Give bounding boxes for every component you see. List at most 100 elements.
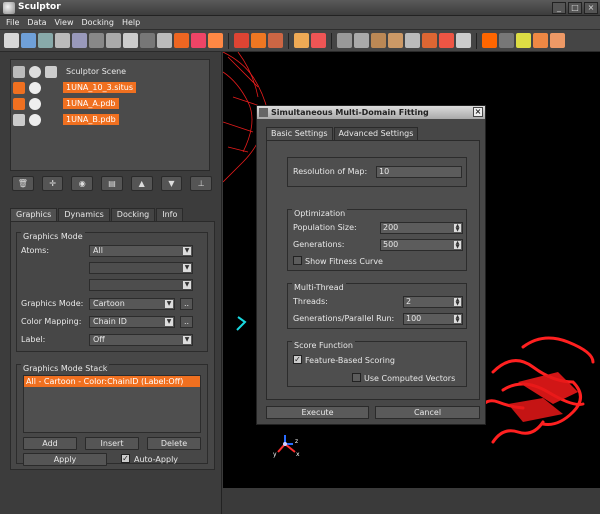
auto-apply-checkbox[interactable]: ✓ <box>121 454 130 463</box>
scene-root[interactable]: Sculptor Scene <box>11 64 129 79</box>
target-icon[interactable] <box>234 33 249 48</box>
compare-icon[interactable] <box>388 33 403 48</box>
menu-view[interactable]: View <box>55 16 74 29</box>
stop-icon[interactable] <box>499 33 514 48</box>
graphics-mode-options-button[interactable]: .. <box>180 298 193 310</box>
tools-icon[interactable] <box>371 33 386 48</box>
check-icon[interactable] <box>337 33 352 48</box>
move-icon[interactable] <box>45 65 57 78</box>
move-icon[interactable]: ✛ <box>41 176 64 191</box>
dock-icon[interactable] <box>294 33 309 48</box>
group-title: Score Function <box>292 341 355 350</box>
open-folder-icon[interactable] <box>21 33 36 48</box>
document-icon[interactable]: ▤ <box>101 176 123 191</box>
color-mapping-select[interactable]: Chain ID ▼ <box>89 316 175 328</box>
menu-docking[interactable]: Docking <box>81 16 113 29</box>
eye-icon[interactable] <box>29 113 41 126</box>
ring-icon[interactable] <box>268 33 283 48</box>
execute-button[interactable]: Execute <box>266 406 369 419</box>
tab-graphics[interactable]: Graphics <box>10 208 58 221</box>
maximize-icon[interactable]: □ <box>568 2 582 14</box>
graphics-mode-select[interactable]: Cartoon ▼ <box>89 298 175 310</box>
down-icon[interactable]: ▼ <box>160 176 183 191</box>
grid-icon[interactable] <box>174 33 189 48</box>
dialog-title-bar[interactable]: Simultaneous Multi-Domain Fitting × <box>257 106 485 119</box>
insert-button[interactable]: Insert <box>85 437 139 450</box>
star-icon[interactable] <box>516 33 531 48</box>
overlay-icon[interactable] <box>422 33 437 48</box>
delete-icon[interactable]: 🗑 <box>12 176 34 191</box>
heart-icon[interactable] <box>439 33 454 48</box>
feature-scoring-checkbox[interactable]: ✓ <box>293 355 302 364</box>
save-icon[interactable] <box>38 33 53 48</box>
up-icon[interactable]: ▲ <box>130 176 153 191</box>
resolution-input[interactable]: 10 <box>376 166 462 178</box>
minimize-icon[interactable]: _ <box>552 2 566 14</box>
tab-docking[interactable]: Docking <box>110 208 156 221</box>
chevron-icon[interactable] <box>354 33 369 48</box>
spinner-icon[interactable]: ▲ ▼ <box>454 224 461 233</box>
label-label: Label: <box>21 335 46 344</box>
delete-button[interactable]: Delete <box>147 437 201 450</box>
label-select[interactable]: Off ▼ <box>89 334 193 346</box>
spinner-icon[interactable]: ▲ ▼ <box>454 241 461 250</box>
graphics-panel: Graphics Mode Atoms: All ▼ ▼ ▼ Graphics M… <box>10 221 215 470</box>
shapes-icon[interactable] <box>157 33 172 48</box>
square-icon[interactable] <box>482 33 497 48</box>
close-icon[interactable]: × <box>473 107 483 117</box>
menu-data[interactable]: Data <box>27 16 46 29</box>
scene-item-label: 1UNA_10_3.situs <box>63 82 136 93</box>
cancel-button[interactable]: Cancel <box>375 406 480 419</box>
fitness-curve-checkbox[interactable] <box>293 256 302 265</box>
menu-help[interactable]: Help <box>122 16 140 29</box>
computed-vectors-checkbox[interactable] <box>352 373 361 382</box>
help-icon[interactable] <box>550 33 565 48</box>
window-icon[interactable] <box>89 33 104 48</box>
tab-basic-settings[interactable]: Basic Settings <box>266 127 333 140</box>
spinner-icon[interactable]: ▲ ▼ <box>454 315 461 324</box>
stack-item[interactable]: All - Cartoon - Color:ChainID (Label:Off… <box>24 376 200 387</box>
new-document-icon[interactable] <box>4 33 19 48</box>
apply-button[interactable]: Apply <box>23 453 107 466</box>
menu-file[interactable]: File <box>6 16 19 29</box>
stack-list[interactable]: All - Cartoon - Color:ChainID (Label:Off… <box>23 375 201 433</box>
spinner-icon[interactable]: ▲ ▼ <box>454 298 461 307</box>
scene-item[interactable]: 1UNA_10_3.situs <box>11 80 136 95</box>
tab-info[interactable]: Info <box>156 208 184 221</box>
atoms-select[interactable]: All ▼ <box>89 245 193 257</box>
tab-dynamics[interactable]: Dynamics <box>58 208 110 221</box>
molecule-icon[interactable] <box>191 33 206 48</box>
scene-item[interactable]: 1UNA_B.pdb <box>11 112 119 127</box>
threads-input[interactable]: 2 ▲ ▼ <box>403 296 463 308</box>
resolution-group: Resolution of Map: 10 <box>287 157 467 187</box>
app-icon <box>3 2 15 14</box>
eye-icon[interactable] <box>29 65 41 78</box>
eye-icon[interactable] <box>29 97 41 110</box>
tab-advanced-settings[interactable]: Advanced Settings <box>333 127 419 140</box>
search-icon[interactable] <box>55 33 70 48</box>
scene-item[interactable]: 1UNA_A.pdb <box>11 96 119 111</box>
crosshair-icon[interactable] <box>251 33 266 48</box>
close-icon[interactable]: × <box>584 2 598 14</box>
generations-input[interactable]: 500 ▲ ▼ <box>380 239 463 251</box>
ball-icon[interactable] <box>311 33 326 48</box>
gen-parallel-input[interactable]: 100 ▲ ▼ <box>403 313 463 325</box>
atoms-icon[interactable] <box>208 33 223 48</box>
chevron-down-icon: ▼ <box>165 300 173 308</box>
generations-label: Generations: <box>293 240 345 249</box>
bottom-icon[interactable]: ⊥ <box>190 176 213 191</box>
color-mapping-options-button[interactable]: .. <box>180 316 193 328</box>
bars-icon[interactable] <box>456 33 471 48</box>
copy-icon[interactable] <box>106 33 121 48</box>
eye-icon[interactable]: ◉ <box>71 176 94 191</box>
eye-icon[interactable] <box>29 81 41 94</box>
settings-icon[interactable] <box>533 33 548 48</box>
population-input[interactable]: 200 ▲ ▼ <box>380 222 463 234</box>
down-icon[interactable] <box>405 33 420 48</box>
add-button[interactable]: Add <box>23 437 77 450</box>
dialog-tabs: Basic Settings Advanced Settings <box>266 127 419 140</box>
find-icon[interactable] <box>72 33 87 48</box>
color-icon[interactable] <box>123 33 138 48</box>
molecule-icon <box>13 97 25 110</box>
lines-icon[interactable] <box>140 33 155 48</box>
